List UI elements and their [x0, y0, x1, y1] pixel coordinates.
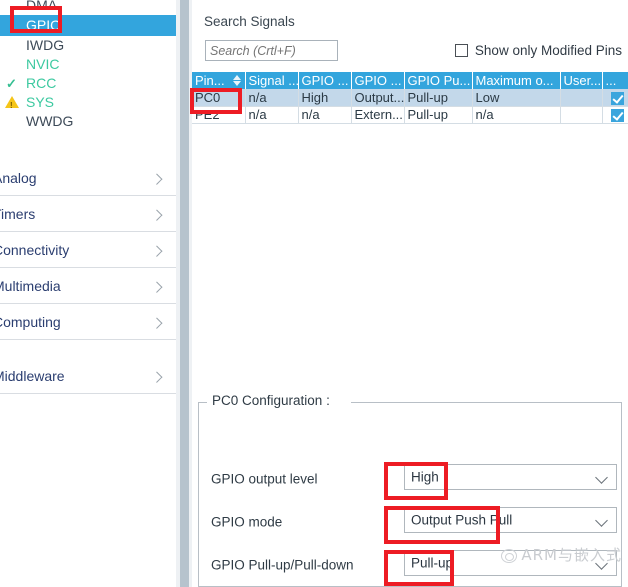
chevron-right-icon — [151, 209, 163, 221]
sidebar-item-label: NVIC — [26, 56, 60, 72]
column-header-gpio-output-level[interactable]: GPIO ... — [298, 72, 352, 89]
peripheral-list: DMA GPIO IWDG NVIC ✓ RCC SYS WWDG — [0, 0, 176, 131]
sidebar-category-middleware[interactable]: Middleware — [0, 358, 176, 394]
checked-icon — [611, 109, 624, 122]
checked-icon — [611, 91, 624, 105]
cell-pin: PE2 — [192, 106, 246, 124]
sidebar-category-connectivity[interactable]: Connectivity — [0, 232, 176, 268]
group-border-left — [199, 402, 207, 403]
gpio-output-level-dropdown[interactable]: High — [404, 464, 617, 490]
warning-icon — [4, 95, 19, 113]
cell-signal: n/a — [245, 89, 299, 107]
table-row[interactable]: PE2 n/a n/a Extern... Pull-up n/a — [192, 106, 628, 124]
sort-arrow-icon — [232, 75, 241, 86]
category-label: Computing — [0, 314, 61, 330]
chevron-right-icon — [151, 173, 163, 185]
field-gpio-mode: GPIO mode Output Push Pull — [199, 507, 621, 537]
cell-user-label — [560, 106, 603, 124]
gpio-mode-dropdown[interactable]: Output Push Pull — [404, 507, 617, 533]
sidebar-item-label: RCC — [26, 75, 57, 91]
search-signals-label: Search Signals — [204, 14, 295, 29]
category-list: Analog Timers Connectivity Multimedia Co… — [0, 160, 176, 394]
sidebar-item-label: IWDG — [26, 37, 65, 53]
column-label: Pin... — [195, 73, 225, 88]
cell-gpio-output-level: High — [298, 89, 352, 107]
column-header-user-label[interactable]: User... — [560, 72, 603, 89]
sidebar-category-timers[interactable]: Timers — [0, 196, 176, 232]
sidebar-item-sys[interactable]: SYS — [0, 93, 176, 113]
field-label: GPIO mode — [211, 514, 283, 530]
table-header-row: Pin... Signal ... GPIO ... GPIO ... GPIO… — [192, 72, 628, 89]
check-icon: ✓ — [6, 76, 17, 91]
column-header-modified[interactable]: ... — [602, 72, 628, 89]
column-header-pin[interactable]: Pin... — [192, 72, 246, 89]
chevron-down-icon — [595, 514, 608, 527]
peripheral-sidebar: DMA GPIO IWDG NVIC ✓ RCC SYS WWDG Analog… — [0, 0, 176, 587]
watermark-text: ARM与嵌入式 — [521, 546, 622, 564]
cell-maximum-output: Low — [472, 89, 561, 107]
column-header-gpio-mode[interactable]: GPIO ... — [351, 72, 405, 89]
column-header-maximum-output[interactable]: Maximum o... — [472, 72, 561, 89]
search-input[interactable] — [205, 40, 338, 61]
gpio-config-pane: Search Signals Show only Modified Pins P… — [192, 0, 628, 587]
category-label: Multimedia — [0, 278, 61, 294]
category-label: Middleware — [0, 368, 65, 384]
category-label: Analog — [0, 170, 37, 186]
sidebar-item-gpio[interactable]: GPIO — [0, 15, 176, 36]
cell-maximum-output: n/a — [472, 106, 561, 124]
field-gpio-output-level: GPIO output level High — [199, 464, 621, 494]
cell-pin: PC0 — [192, 89, 246, 107]
sidebar-item-label: SYS — [26, 94, 55, 110]
pin-signal-table: Pin... Signal ... GPIO ... GPIO ... GPIO… — [192, 72, 628, 124]
cell-gpio-output-level: n/a — [298, 106, 352, 124]
chevron-right-icon — [151, 317, 163, 329]
column-header-gpio-pull[interactable]: GPIO Pu... — [404, 72, 473, 89]
chevron-down-icon — [595, 471, 608, 484]
group-border-right — [351, 402, 621, 403]
chevron-right-icon — [151, 245, 163, 257]
sidebar-item-label: GPIO — [26, 17, 62, 33]
dropdown-value: High — [411, 469, 439, 485]
chevron-right-icon — [151, 281, 163, 293]
cell-modified-checkbox[interactable] — [602, 106, 628, 124]
watermark-logo-icon — [501, 548, 518, 563]
column-header-signal[interactable]: Signal ... — [245, 72, 299, 89]
cell-gpio-pull: Pull-up — [404, 89, 473, 107]
field-label: GPIO output level — [211, 471, 318, 487]
cell-user-label — [560, 89, 603, 107]
cell-gpio-pull: Pull-up — [404, 106, 473, 124]
sidebar-item-label: DMA — [26, 0, 58, 13]
sidebar-item-dma[interactable]: DMA — [0, 0, 176, 15]
checkbox-icon — [454, 43, 468, 57]
sidebar-category-analog[interactable]: Analog — [0, 160, 176, 196]
cell-gpio-mode: Output... — [351, 89, 405, 107]
sidebar-item-label: WWDG — [26, 113, 74, 129]
sidebar-category-multimedia[interactable]: Multimedia — [0, 268, 176, 304]
cell-signal: n/a — [245, 106, 299, 124]
dropdown-value: Pull-up — [411, 555, 454, 571]
splitter-grip[interactable] — [180, 0, 189, 587]
table-row[interactable]: PC0 n/a High Output... Pull-up Low — [192, 89, 628, 107]
cell-gpio-mode: Extern... — [351, 106, 405, 124]
show-modified-pins-label: Show only Modified Pins — [474, 42, 622, 58]
sidebar-item-iwdg[interactable]: IWDG — [0, 36, 176, 55]
panel-splitter[interactable] — [176, 0, 192, 587]
chevron-right-icon — [151, 371, 163, 383]
sidebar-item-rcc[interactable]: ✓ RCC — [0, 74, 176, 93]
field-label: GPIO Pull-up/Pull-down — [211, 557, 354, 573]
sidebar-item-wwdg[interactable]: WWDG — [0, 112, 176, 131]
category-label: Connectivity — [0, 242, 70, 258]
cell-modified-checkbox[interactable] — [602, 89, 628, 107]
sidebar-item-nvic[interactable]: NVIC — [0, 55, 176, 74]
category-label: Timers — [0, 206, 36, 222]
watermark: ARM与嵌入式 — [501, 544, 622, 565]
pin-configuration-title: PC0 Configuration : — [209, 393, 335, 408]
show-modified-pins-checkbox[interactable]: Show only Modified Pins — [454, 40, 622, 60]
dropdown-value: Output Push Pull — [411, 512, 513, 528]
sidebar-category-computing[interactable]: Computing — [0, 304, 176, 340]
